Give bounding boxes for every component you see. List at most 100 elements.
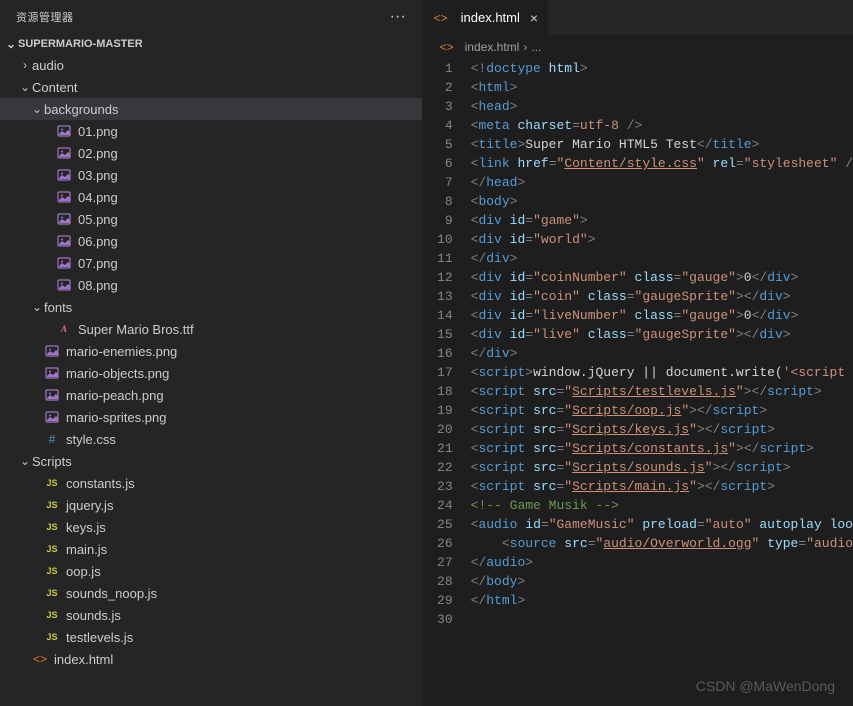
line-number: 7	[423, 173, 453, 192]
code-line[interactable]: <div id="live" class="gaugeSprite"></div…	[471, 325, 853, 344]
tree-item[interactable]: 07.png	[0, 252, 422, 274]
tree-item[interactable]: JSsounds.js	[0, 604, 422, 626]
close-icon[interactable]: ×	[530, 10, 538, 26]
tree-item[interactable]: ⌄backgrounds	[0, 98, 422, 120]
code-line[interactable]: </body>	[471, 572, 853, 591]
image-file-icon	[56, 145, 72, 161]
image-file-icon	[56, 123, 72, 139]
code-line[interactable]: </div>	[471, 344, 853, 363]
tree-item[interactable]: 02.png	[0, 142, 422, 164]
code-line[interactable]: <script src="Scripts/oop.js"></script>	[471, 401, 853, 420]
tree-item[interactable]: JStestlevels.js	[0, 626, 422, 648]
html-file-icon: <>	[433, 10, 449, 26]
code-line[interactable]: <div id="liveNumber" class="gauge">0</di…	[471, 306, 853, 325]
code-line[interactable]: <div id="coinNumber" class="gauge">0</di…	[471, 268, 853, 287]
line-number: 20	[423, 420, 453, 439]
chevron-down-icon: ⌄	[4, 37, 18, 51]
tree-item[interactable]: ⌄Content	[0, 76, 422, 98]
project-root[interactable]: ⌄ SUPERMARIO-MASTER	[0, 34, 422, 54]
tree-item[interactable]: 06.png	[0, 230, 422, 252]
line-number: 21	[423, 439, 453, 458]
code-line[interactable]: <script src="Scripts/testlevels.js"></sc…	[471, 382, 853, 401]
tree-item-label: 04.png	[78, 190, 118, 205]
js-file-icon: JS	[44, 585, 60, 601]
code-line[interactable]: <div id="game">	[471, 211, 853, 230]
tree-item[interactable]: 08.png	[0, 274, 422, 296]
code-line[interactable]: <body>	[471, 192, 853, 211]
tree-item[interactable]: ⌄fonts	[0, 296, 422, 318]
project-name: SUPERMARIO-MASTER	[18, 38, 143, 50]
code-line[interactable]: <script>window.jQuery || document.write(…	[471, 363, 853, 382]
code-line[interactable]: <link href="Content/style.css" rel="styl…	[471, 154, 853, 173]
tree-item-label: 07.png	[78, 256, 118, 271]
file-tree: ›audio⌄Content⌄backgrounds 01.png 02.png…	[0, 54, 422, 706]
code-line[interactable]: </head>	[471, 173, 853, 192]
tree-item[interactable]: mario-objects.png	[0, 362, 422, 384]
tree-item[interactable]: #style.css	[0, 428, 422, 450]
tree-item[interactable]: JSconstants.js	[0, 472, 422, 494]
code-line[interactable]: <script src="Scripts/main.js"></script>	[471, 477, 853, 496]
code-line[interactable]: <div id="coin" class="gaugeSprite"></div…	[471, 287, 853, 306]
tree-item-label: fonts	[44, 300, 72, 315]
tree-item[interactable]: 04.png	[0, 186, 422, 208]
line-number: 30	[423, 610, 453, 629]
chevron-down-icon: ⌄	[30, 102, 44, 116]
tree-item-label: 01.png	[78, 124, 118, 139]
image-file-icon	[56, 211, 72, 227]
code-line[interactable]: <!doctype html>	[471, 59, 853, 78]
code-line[interactable]: <audio id="GameMusic" preload="auto" aut…	[471, 515, 853, 534]
code-line[interactable]: <script src="Scripts/constants.js"></scr…	[471, 439, 853, 458]
html-file-icon: <>	[32, 651, 48, 667]
tree-item[interactable]: JSsounds_noop.js	[0, 582, 422, 604]
code-area[interactable]: 1234567891011121314151617181920212223242…	[423, 59, 853, 706]
code-line[interactable]: <html>	[471, 78, 853, 97]
line-number: 15	[423, 325, 453, 344]
tree-item[interactable]: JSjquery.js	[0, 494, 422, 516]
css-file-icon: #	[44, 431, 60, 447]
tree-item[interactable]: JSmain.js	[0, 538, 422, 560]
tree-item-label: mario-objects.png	[66, 366, 169, 381]
code-line[interactable]: <script src="Scripts/keys.js"></script>	[471, 420, 853, 439]
image-file-icon	[44, 343, 60, 359]
line-number: 8	[423, 192, 453, 211]
code-line[interactable]: <title>Super Mario HTML5 Test</title>	[471, 135, 853, 154]
tree-item-label: Scripts	[32, 454, 72, 469]
explorer-header: 资源管理器 ···	[0, 0, 422, 34]
more-actions-icon[interactable]: ···	[390, 8, 406, 26]
line-number: 5	[423, 135, 453, 154]
tree-item[interactable]: <>index.html	[0, 648, 422, 670]
line-number: 28	[423, 572, 453, 591]
tree-item[interactable]: 05.png	[0, 208, 422, 230]
tree-item[interactable]: mario-peach.png	[0, 384, 422, 406]
code-line[interactable]: <script src="Scripts/sounds.js"></script…	[471, 458, 853, 477]
tab-index-html[interactable]: <> index.html ×	[423, 0, 549, 35]
code-line[interactable]: <source src="audio/Overworld.ogg" type="…	[471, 534, 853, 553]
tree-item[interactable]: mario-enemies.png	[0, 340, 422, 362]
breadcrumb[interactable]: <> index.html › ...	[423, 35, 853, 59]
code-content[interactable]: <!doctype html><html><head><meta charset…	[471, 59, 853, 706]
tree-item[interactable]: mario-sprites.png	[0, 406, 422, 428]
tree-item[interactable]: ›audio	[0, 54, 422, 76]
code-line[interactable]: </div>	[471, 249, 853, 268]
chevron-down-icon: ⌄	[30, 300, 44, 314]
code-line[interactable]	[471, 610, 853, 629]
tree-item-label: mario-sprites.png	[66, 410, 166, 425]
code-line[interactable]: <div id="world">	[471, 230, 853, 249]
tree-item[interactable]: ⌄Scripts	[0, 450, 422, 472]
image-file-icon	[56, 233, 72, 249]
code-line[interactable]: </audio>	[471, 553, 853, 572]
tree-item[interactable]: 03.png	[0, 164, 422, 186]
code-line[interactable]: <meta charset=utf-8 />	[471, 116, 853, 135]
code-line[interactable]: </html>	[471, 591, 853, 610]
chevron-right-icon: ›	[18, 58, 32, 72]
tree-item[interactable]: ASuper Mario Bros.ttf	[0, 318, 422, 340]
tree-item[interactable]: JSoop.js	[0, 560, 422, 582]
code-line[interactable]: <!-- Game Musik -->	[471, 496, 853, 515]
code-line[interactable]: <head>	[471, 97, 853, 116]
line-number: 18	[423, 382, 453, 401]
tree-item[interactable]: 01.png	[0, 120, 422, 142]
line-number: 4	[423, 116, 453, 135]
tree-item[interactable]: JSkeys.js	[0, 516, 422, 538]
line-number: 17	[423, 363, 453, 382]
tree-item-label: jquery.js	[66, 498, 113, 513]
